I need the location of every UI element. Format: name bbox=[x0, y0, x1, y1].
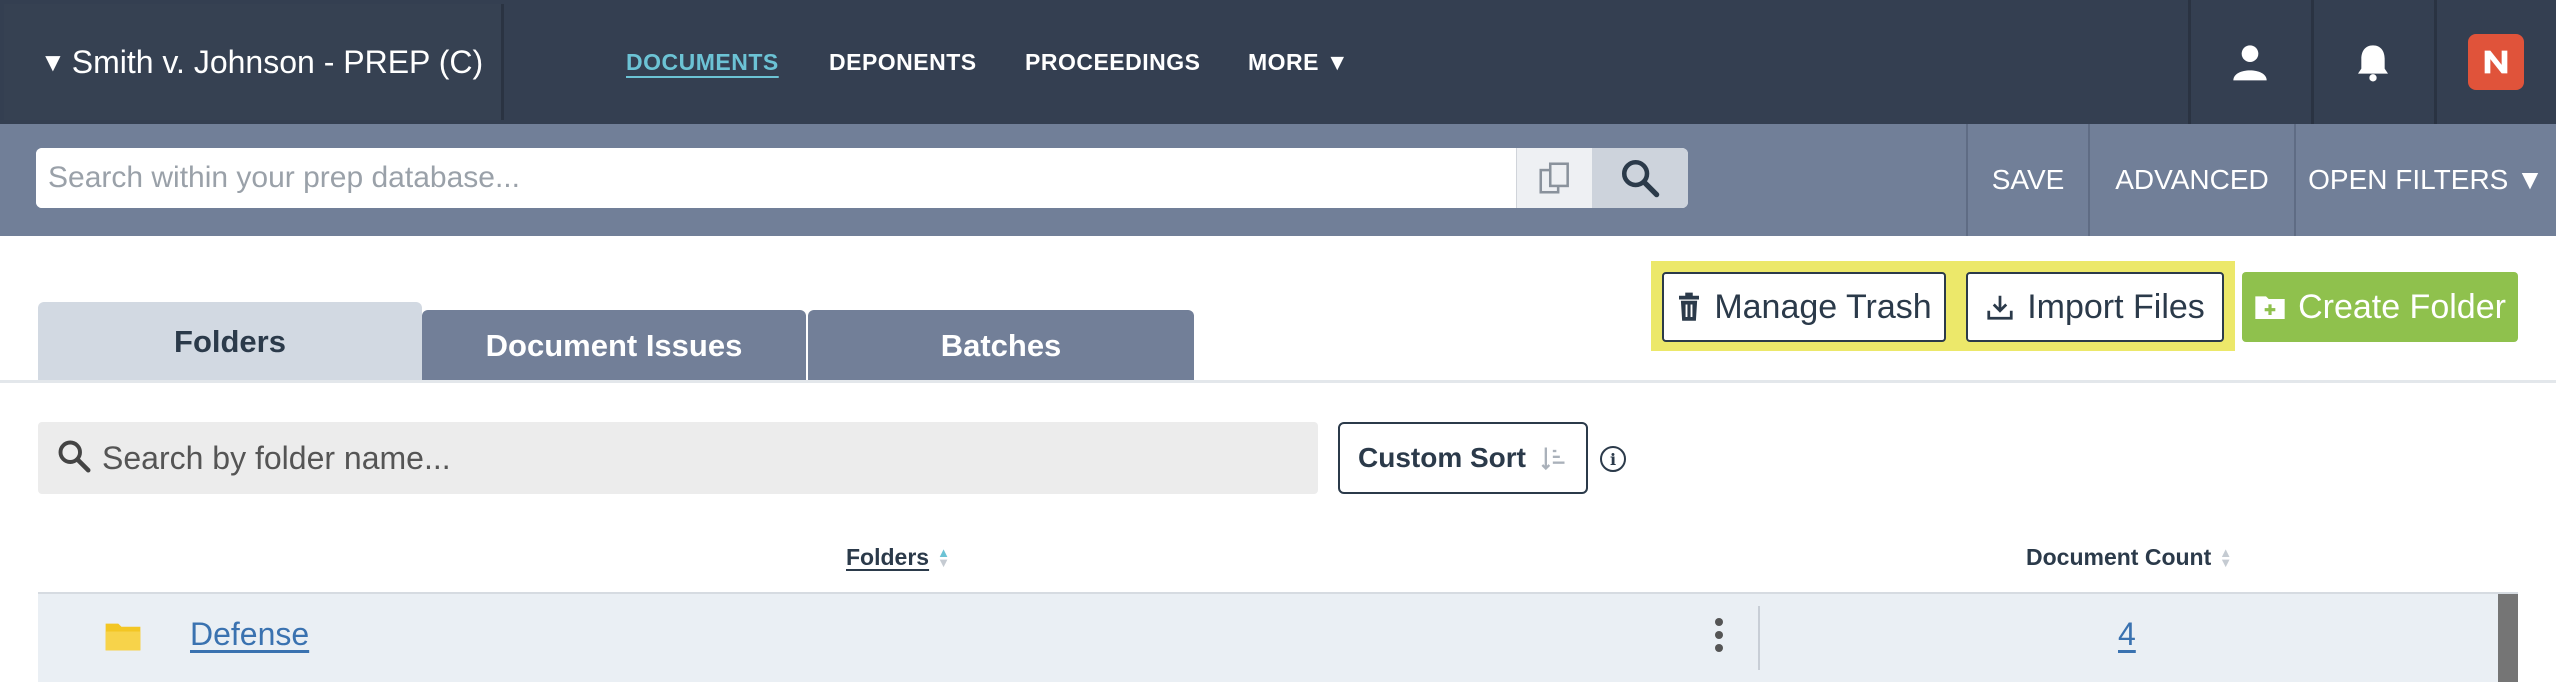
folder-search-box bbox=[38, 422, 1318, 494]
tab-folders[interactable]: Folders bbox=[38, 302, 422, 382]
top-navigation-bar: ▼ Smith v. Johnson - PREP (C) DOCUMENTS … bbox=[0, 0, 2556, 124]
user-button[interactable] bbox=[2188, 0, 2308, 124]
folder-name-link[interactable]: Defense bbox=[190, 616, 309, 653]
sort-neutral-icon: ▲ ▼ bbox=[2219, 544, 2233, 570]
manage-trash-label: Manage Trash bbox=[1714, 287, 1932, 326]
save-search-button[interactable]: SAVE bbox=[1966, 124, 2088, 236]
custom-sort-button[interactable]: Custom Sort bbox=[1338, 422, 1588, 494]
custom-sort-label: Custom Sort bbox=[1358, 442, 1526, 473]
prep-search-input[interactable] bbox=[36, 148, 1516, 208]
document-count-link[interactable]: 4 bbox=[2118, 616, 2136, 653]
notifications-button[interactable] bbox=[2311, 0, 2431, 124]
nav-more[interactable]: MORE ▼ bbox=[1248, 49, 1349, 76]
nav-proceedings[interactable]: PROCEEDINGS bbox=[1025, 49, 1200, 76]
copy-icon bbox=[1538, 162, 1569, 194]
sort-icon bbox=[1541, 447, 1565, 471]
nav-documents[interactable]: DOCUMENTS bbox=[626, 49, 779, 76]
column-label-document-count: Document Count bbox=[2026, 544, 2212, 570]
table-row[interactable]: Defense 4 bbox=[38, 594, 2518, 682]
triangle-down-icon: ▼ bbox=[40, 46, 66, 77]
search-icon bbox=[58, 440, 91, 473]
folder-search-input[interactable] bbox=[102, 422, 1302, 494]
scrollbar[interactable] bbox=[2498, 594, 2518, 682]
nav-deponents[interactable]: DEPONENTS bbox=[829, 49, 977, 76]
column-header-folders[interactable]: Folders ▲ ▼ bbox=[846, 544, 950, 571]
create-folder-button[interactable]: Create Folder bbox=[2242, 272, 2518, 342]
case-title: Smith v. Johnson - PREP (C) bbox=[71, 43, 484, 80]
search-button[interactable] bbox=[1592, 148, 1688, 208]
search-bar-row: SAVE ADVANCED OPEN FILTERS ▼ bbox=[0, 124, 2556, 236]
tabs-divider bbox=[0, 380, 2556, 383]
tab-batches[interactable]: Batches bbox=[808, 310, 1194, 382]
info-icon[interactable]: i bbox=[1600, 446, 1626, 472]
trash-icon bbox=[1679, 292, 1700, 321]
brand-logo-icon bbox=[2467, 34, 2524, 90]
create-folder-label: Create Folder bbox=[2298, 287, 2506, 326]
column-header-document-count[interactable]: Document Count ▲ ▼ bbox=[2026, 544, 2232, 571]
column-label-folders: Folders bbox=[846, 544, 930, 570]
brand-button[interactable] bbox=[2434, 0, 2554, 124]
prep-search-box bbox=[36, 148, 1688, 208]
row-menu-icon[interactable] bbox=[1714, 618, 1724, 652]
copy-search-button[interactable] bbox=[1516, 148, 1592, 208]
import-files-label: Import Files bbox=[2027, 287, 2205, 326]
manage-trash-button[interactable]: Manage Trash bbox=[1662, 272, 1946, 342]
bell-icon bbox=[2357, 45, 2388, 82]
row-divider bbox=[1758, 606, 1760, 670]
folder-plus-icon bbox=[2255, 296, 2285, 319]
open-filters-button[interactable]: OPEN FILTERS ▼ bbox=[2294, 124, 2556, 236]
tab-document-issues[interactable]: Document Issues bbox=[422, 310, 806, 382]
folder-icon bbox=[105, 623, 141, 651]
user-icon bbox=[2232, 45, 2267, 81]
import-icon bbox=[1987, 295, 2013, 320]
search-icon bbox=[1621, 159, 1660, 198]
case-selector[interactable]: ▼ Smith v. Johnson - PREP (C) bbox=[4, 4, 504, 120]
sort-asc-icon: ▲ ▼ bbox=[937, 544, 950, 570]
import-files-button[interactable]: Import Files bbox=[1966, 272, 2224, 342]
advanced-search-button[interactable]: ADVANCED bbox=[2088, 124, 2294, 236]
